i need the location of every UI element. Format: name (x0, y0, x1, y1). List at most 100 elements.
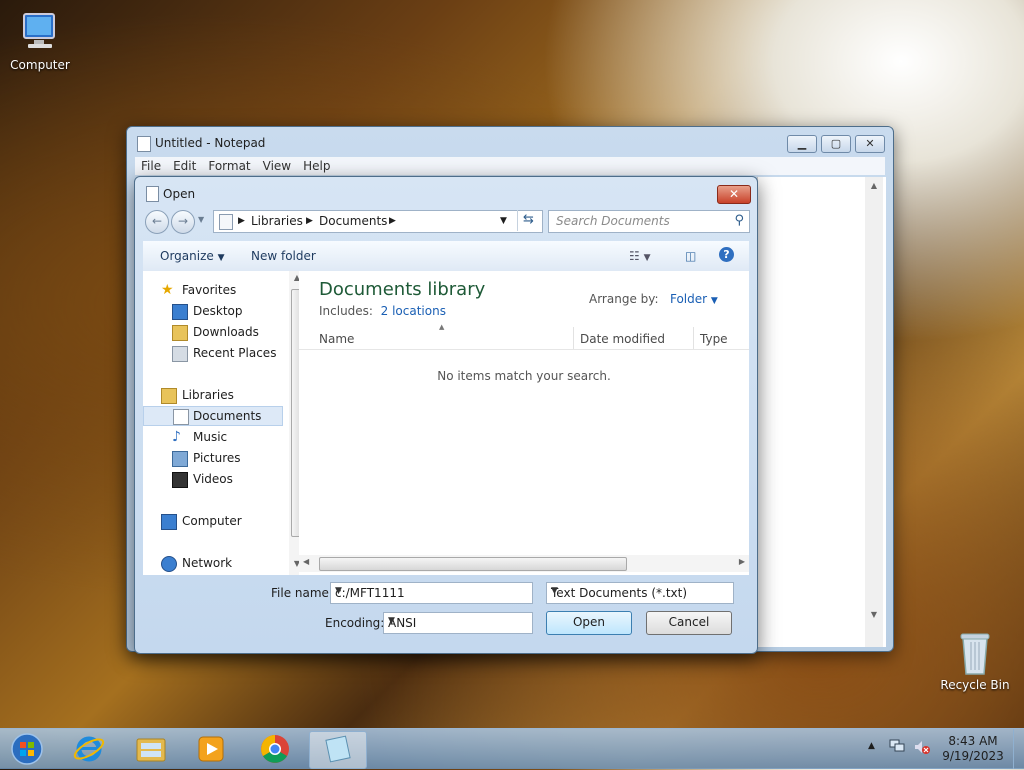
recent-pages-dropdown[interactable]: ▼ (198, 215, 204, 224)
scroll-left-icon[interactable]: ◀ (303, 557, 309, 566)
help-icon: ? (723, 248, 730, 261)
show-desktop-button[interactable] (1013, 729, 1024, 769)
videos-icon (172, 472, 188, 488)
menu-edit[interactable]: Edit (173, 159, 196, 173)
windows-logo-icon (11, 733, 43, 765)
column-date-modified[interactable]: Date modified (580, 332, 665, 346)
dialog-title: Open (163, 187, 196, 201)
volume-muted-icon[interactable] (913, 738, 931, 756)
open-dialog: Open ✕ ← → ▼ ▶ Libraries ▶ Documents ▶ ▼… (134, 176, 758, 654)
file-list-hscrollbar[interactable]: ◀ ▶ (299, 555, 749, 572)
notepad-icon (137, 136, 151, 152)
system-clock[interactable]: 8:43 AM 9/19/2023 (938, 734, 1008, 764)
includes-locations-link[interactable]: 2 locations (381, 304, 446, 318)
refresh-icon: ⇆ (523, 212, 534, 227)
nav-item-network[interactable]: Network (143, 554, 281, 572)
filename-label: File name: (271, 586, 333, 600)
nav-item-music[interactable]: ♪ Music (143, 428, 281, 446)
scroll-right-icon[interactable]: ▶ (739, 557, 745, 566)
preview-pane-button[interactable]: ◫ (685, 249, 696, 263)
address-bar[interactable]: ▶ Libraries ▶ Documents ▶ ▼ (213, 210, 543, 233)
breadcrumb-documents[interactable]: Documents (319, 214, 387, 228)
media-player-icon (198, 736, 224, 762)
chevron-up-icon: ▲ (868, 741, 875, 751)
forward-arrow-icon: → (177, 214, 189, 228)
folder-icon (136, 738, 166, 762)
sort-arrow-icon: ▲ (439, 323, 445, 331)
menu-view[interactable]: View (263, 159, 291, 173)
encoding-select[interactable]: ANSI ▼ (383, 612, 533, 634)
hscroll-thumb[interactable] (319, 557, 627, 571)
notepad-close-button[interactable]: ✕ (855, 135, 885, 153)
desktop-icon-computer[interactable]: Computer (0, 10, 80, 72)
desktop-icon-label: Recycle Bin (940, 678, 1010, 692)
chevron-down-icon[interactable]: ▼ (335, 586, 529, 596)
scroll-down-icon[interactable]: ▼ (865, 610, 883, 619)
menu-file[interactable]: File (141, 159, 161, 173)
encoding-label: Encoding: (325, 616, 385, 630)
network-status-icon[interactable] (889, 738, 905, 754)
empty-message: No items match your search. (437, 369, 611, 383)
menu-help[interactable]: Help (303, 159, 330, 173)
arrange-by: Arrange by: Folder ▼ (589, 292, 718, 306)
dialog-icon (146, 186, 159, 202)
maximize-icon: ▢ (830, 137, 842, 150)
navigation-pane: ★ Favorites Desktop Downloads Recent Plac… (143, 271, 305, 575)
nav-item-videos[interactable]: Videos (143, 470, 281, 488)
nav-item-documents[interactable]: Documents (143, 406, 283, 426)
taskbar-chrome[interactable] (248, 731, 302, 767)
notepad-icon (325, 735, 351, 763)
change-view-button[interactable]: ☷ ▼ (629, 249, 651, 263)
dialog-close-button[interactable]: ✕ (717, 185, 751, 204)
nav-item-computer[interactable]: Computer (143, 512, 281, 530)
refresh-button[interactable]: ⇆ (517, 210, 542, 231)
minimize-button[interactable]: ▁ (787, 135, 817, 153)
notepad-title: Untitled - Notepad (155, 136, 266, 150)
filetype-select[interactable]: Text Documents (*.txt) ▼ (546, 582, 734, 604)
taskbar-notepad[interactable] (309, 731, 367, 769)
nav-item-downloads[interactable]: Downloads (143, 323, 281, 341)
desktop-folder-icon (172, 304, 188, 320)
back-button[interactable]: ← (145, 210, 169, 234)
column-type[interactable]: Type (700, 332, 728, 346)
address-dropdown-icon[interactable]: ▼ (500, 216, 507, 226)
scroll-up-icon[interactable]: ▲ (865, 181, 883, 190)
filename-input[interactable]: c:/MFT1111 ▼ (330, 582, 533, 604)
forward-button[interactable]: → (171, 210, 195, 234)
star-icon: ★ (161, 282, 174, 298)
help-button[interactable]: ? (719, 247, 734, 262)
music-note-icon: ♪ (172, 429, 181, 445)
organize-button[interactable]: Organize ▼ (160, 249, 225, 263)
desktop-icon-label: Computer (10, 58, 70, 72)
maximize-button[interactable]: ▢ (821, 135, 851, 153)
taskbar-media-player[interactable] (184, 731, 238, 767)
desktop-icon-recycle-bin[interactable]: Recycle Bin (935, 630, 1015, 692)
open-button[interactable]: Open (546, 611, 632, 635)
menu-format[interactable]: Format (208, 159, 250, 173)
taskbar-explorer[interactable] (124, 731, 178, 767)
recycle-bin-icon (953, 630, 997, 675)
column-name[interactable]: Name (319, 332, 354, 346)
nav-item-favorites[interactable]: ★ Favorites (143, 281, 281, 299)
breadcrumb-libraries[interactable]: Libraries (251, 214, 303, 228)
taskbar-internet-explorer[interactable] (62, 731, 116, 767)
nav-item-recent-places[interactable]: Recent Places (143, 344, 281, 362)
new-folder-button[interactable]: New folder (251, 249, 316, 263)
show-hidden-icons-button[interactable]: ▲ (868, 741, 875, 751)
chevron-down-icon: ▼ (710, 296, 718, 306)
start-button[interactable] (0, 731, 54, 767)
dialog-toolbar: Organize ▼ New folder ☷ ▼ ◫ ? (143, 241, 749, 272)
recent-places-icon (172, 346, 188, 362)
close-icon: ✕ (865, 137, 875, 150)
documents-icon (173, 409, 189, 425)
nav-item-libraries[interactable]: Libraries (143, 386, 281, 404)
chevron-down-icon: ▼ (217, 253, 225, 263)
chevron-down-icon: ▼ (551, 586, 558, 596)
arrange-by-dropdown[interactable]: Folder ▼ (670, 292, 718, 306)
cancel-button[interactable]: Cancel (646, 611, 732, 635)
clock-time: 8:43 AM (948, 734, 998, 748)
nav-item-pictures[interactable]: Pictures (143, 449, 281, 467)
notepad-scrollbar[interactable]: ▲ ▼ (865, 177, 883, 647)
search-input[interactable]: Search Documents ⚲ (548, 210, 750, 233)
nav-item-desktop[interactable]: Desktop (143, 302, 281, 320)
